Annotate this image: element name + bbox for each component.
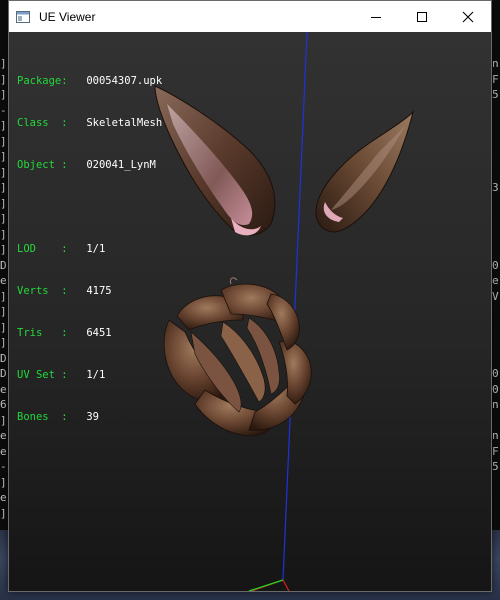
console-char: ] bbox=[0, 227, 7, 241]
console-char: ] bbox=[0, 289, 7, 303]
console-char: n bbox=[492, 429, 499, 442]
console-char: ] bbox=[0, 243, 7, 256]
object-label: Object : bbox=[17, 159, 68, 171]
class-label: Class : bbox=[17, 117, 68, 129]
console-char: ] bbox=[0, 88, 7, 101]
maximize-button[interactable] bbox=[399, 1, 445, 32]
console-char: e bbox=[0, 444, 7, 458]
bones-value: 39 bbox=[86, 411, 99, 423]
console-char bbox=[492, 211, 500, 227]
close-icon bbox=[462, 11, 474, 22]
lod-label: LOD : bbox=[17, 243, 68, 255]
console-char: ] bbox=[0, 413, 7, 427]
object-value: 020041_LynM bbox=[86, 159, 156, 171]
tris-value: 6451 bbox=[86, 327, 112, 339]
console-char: D bbox=[0, 258, 7, 272]
console-char: ] bbox=[0, 475, 7, 489]
console-char: 5 bbox=[492, 460, 499, 473]
console-char: ] bbox=[0, 212, 7, 225]
ue-viewer-window[interactable]: UE Viewer Package: 00054307.upk Class: … bbox=[8, 0, 492, 592]
console-char: ] bbox=[0, 336, 7, 349]
console-char bbox=[492, 118, 500, 134]
console-char bbox=[492, 149, 500, 165]
bones-label: Bones : bbox=[17, 411, 68, 423]
console-char: ] bbox=[0, 72, 7, 86]
axis-x-line-2 bbox=[282, 579, 290, 591]
console-char: ] bbox=[0, 506, 7, 520]
petal-mesh bbox=[163, 277, 312, 437]
minimize-button[interactable] bbox=[353, 1, 399, 32]
left-ear-mesh bbox=[154, 85, 276, 236]
right-ear-mesh bbox=[315, 110, 414, 233]
verts-label: Verts : bbox=[17, 285, 68, 297]
console-char bbox=[492, 242, 500, 258]
console-char: e bbox=[0, 429, 7, 442]
console-char bbox=[492, 506, 500, 522]
console-char: - bbox=[0, 460, 7, 473]
console-char: - bbox=[0, 103, 7, 117]
lod-value: 1/1 bbox=[86, 243, 106, 255]
axis-y-line bbox=[248, 579, 284, 591]
console-char: F bbox=[492, 444, 499, 458]
console-char: V bbox=[492, 289, 499, 303]
console-char: 0 bbox=[492, 258, 499, 272]
class-value: SkeletalMesh bbox=[86, 117, 163, 129]
console-char: 3 bbox=[492, 181, 499, 194]
console-char bbox=[492, 196, 500, 212]
verts-value: 4175 bbox=[86, 285, 112, 297]
console-char: ] bbox=[0, 119, 7, 132]
console-char bbox=[492, 475, 500, 491]
console-char bbox=[492, 165, 500, 181]
console-char: n bbox=[492, 57, 499, 70]
console-char: ] bbox=[0, 196, 7, 210]
console-char bbox=[492, 134, 500, 150]
console-char: e bbox=[0, 382, 7, 396]
console-char: ] bbox=[0, 181, 7, 194]
title-bar[interactable]: UE Viewer bbox=[9, 1, 491, 32]
3d-viewport[interactable]: Package: 00054307.upk Class : SkeletalMe… bbox=[9, 32, 491, 591]
window-title: UE Viewer bbox=[39, 9, 96, 24]
close-button[interactable] bbox=[445, 1, 491, 32]
app-window-icon bbox=[15, 9, 31, 25]
console-left-edge: ]]] -]]]]]]]]] De]]]] D De 6] e e -] e] bbox=[0, 56, 8, 521]
console-char: 0 bbox=[492, 367, 499, 380]
console-char bbox=[492, 413, 500, 429]
console-char: n bbox=[492, 398, 499, 411]
console-char: ] bbox=[0, 320, 7, 334]
console-char bbox=[492, 351, 500, 367]
console-char: ] bbox=[0, 134, 7, 148]
package-value: 00054307.upk bbox=[86, 75, 163, 87]
console-char bbox=[492, 490, 500, 506]
console-char: ] bbox=[0, 150, 7, 163]
uvset-value: 1/1 bbox=[86, 369, 106, 381]
mesh-info-panel: Package: 00054307.upk Class : SkeletalMe… bbox=[17, 46, 162, 452]
console-char: e bbox=[0, 491, 7, 504]
console-char bbox=[492, 335, 500, 351]
console-right-edge: nF5 3 0eV 00n nF5 bbox=[492, 56, 500, 521]
console-char: 6 bbox=[0, 398, 7, 411]
maximize-icon bbox=[417, 11, 427, 22]
console-char bbox=[492, 320, 500, 336]
console-char bbox=[492, 304, 500, 320]
console-char: ] bbox=[0, 165, 7, 179]
minimize-icon bbox=[371, 16, 381, 18]
tris-label: Tris : bbox=[17, 327, 68, 339]
console-char: e bbox=[0, 274, 7, 287]
console-char: ] bbox=[0, 57, 7, 70]
uvset-label: UV Set : bbox=[17, 369, 68, 381]
console-char bbox=[492, 103, 500, 119]
console-char: F bbox=[492, 72, 499, 86]
console-char: 5 bbox=[492, 88, 499, 101]
package-label: Package: bbox=[17, 75, 68, 87]
console-char: ] bbox=[0, 305, 7, 318]
console-char: e bbox=[492, 274, 499, 287]
console-char bbox=[492, 227, 500, 243]
console-char: D bbox=[0, 367, 7, 380]
console-char: 0 bbox=[492, 382, 499, 396]
console-char: D bbox=[0, 351, 7, 365]
